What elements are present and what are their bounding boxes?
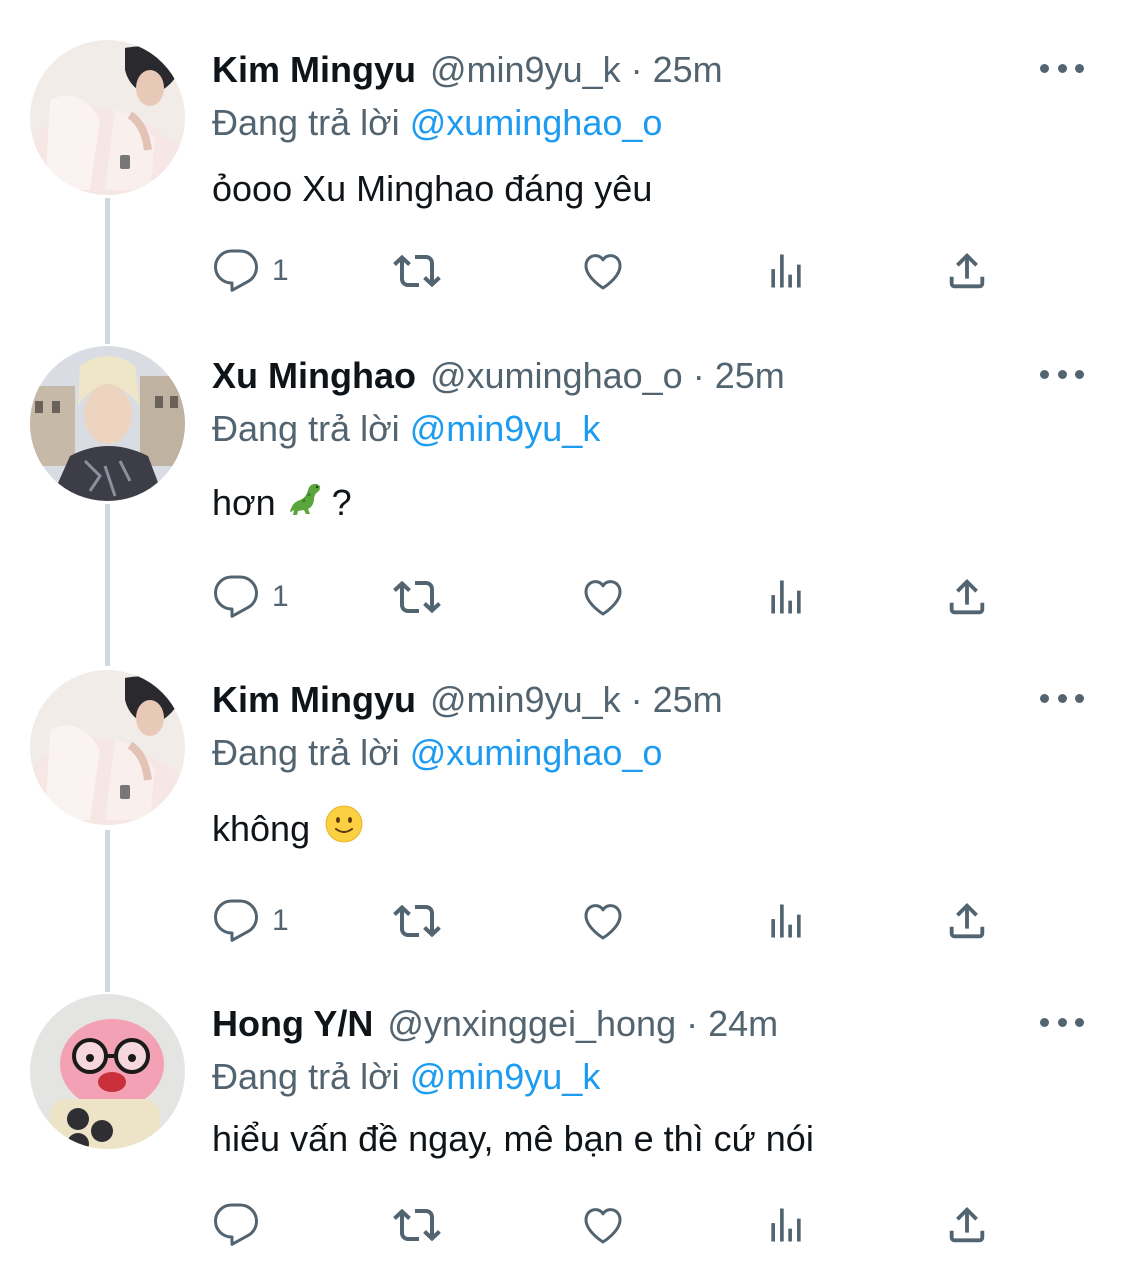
- user-handle[interactable]: @min9yu_k: [430, 679, 621, 721]
- tweet-text-body: ỏooo Xu Minghao đáng yêu: [212, 168, 653, 209]
- reply-icon: [214, 249, 258, 292]
- replying-label: Đang trả lời: [212, 732, 400, 773]
- mention-link[interactable]: @xuminghao_o: [410, 102, 663, 143]
- share-button[interactable]: [944, 572, 990, 622]
- avatar[interactable]: [30, 994, 185, 1149]
- retweet-icon: [393, 904, 441, 938]
- share-button[interactable]: [944, 246, 990, 296]
- display-name[interactable]: Kim Mingyu: [212, 49, 416, 91]
- tweet-header: Kim Mingyu @min9yu_k · 25m: [212, 670, 723, 730]
- timestamp[interactable]: 25m: [715, 355, 785, 397]
- retweet-button[interactable]: [392, 246, 442, 296]
- user-handle[interactable]: @xuminghao_o: [430, 355, 683, 397]
- dinosaur-emoji-icon: [284, 478, 324, 527]
- avatar[interactable]: [30, 670, 185, 825]
- reply-count: 1: [272, 904, 289, 937]
- user-handle[interactable]: @ynxinggei_hong: [387, 1003, 676, 1045]
- like-button[interactable]: [578, 1200, 628, 1250]
- avatar[interactable]: [30, 346, 185, 501]
- tweet[interactable]: Xu Minghao @xuminghao_o · 25m Đang trả l…: [0, 346, 1125, 636]
- tweet-text: hiểu vấn đề ngay, mê bạn e thì cứ nói: [212, 1118, 814, 1160]
- like-icon: [584, 904, 622, 940]
- replying-to: Đang trả lời @min9yu_k: [212, 408, 600, 450]
- tweet-text-body: hơn: [212, 481, 276, 523]
- tweet[interactable]: Kim Mingyu @min9yu_k · 25m Đang trả lời …: [0, 670, 1125, 960]
- share-icon: [949, 902, 985, 939]
- more-icon[interactable]: [1040, 354, 1084, 394]
- like-icon: [584, 580, 622, 616]
- more-icon[interactable]: [1040, 48, 1084, 88]
- display-name[interactable]: Kim Mingyu: [212, 679, 416, 721]
- reply-button[interactable]: [212, 1200, 272, 1250]
- share-icon: [949, 578, 985, 615]
- mention-link[interactable]: @min9yu_k: [410, 1056, 601, 1097]
- views-icon: [771, 254, 801, 288]
- tweet-text: hơn ?: [212, 478, 352, 527]
- reply-button[interactable]: 1: [212, 896, 289, 946]
- separator: ·: [630, 679, 643, 720]
- views-button[interactable]: [764, 1200, 808, 1250]
- separator: ·: [686, 1003, 699, 1044]
- tweet-header: Kim Mingyu @min9yu_k · 25m: [212, 40, 723, 100]
- reply-button[interactable]: 1: [212, 572, 289, 622]
- user-handle[interactable]: @min9yu_k: [430, 49, 621, 91]
- retweet-icon: [393, 254, 441, 288]
- tweet-text-body: hiểu vấn đề ngay, mê bạn e thì cứ nói: [212, 1118, 814, 1159]
- like-button[interactable]: [578, 896, 628, 946]
- tweet-text: ỏooo Xu Minghao đáng yêu: [212, 168, 652, 210]
- replying-to: Đang trả lời @min9yu_k: [212, 1056, 600, 1098]
- retweet-button[interactable]: [392, 1200, 442, 1250]
- timestamp[interactable]: 25m: [653, 679, 723, 721]
- views-icon: [771, 580, 801, 614]
- mention-link[interactable]: @xuminghao_o: [410, 732, 663, 773]
- like-button[interactable]: [578, 246, 628, 296]
- mention-link[interactable]: @min9yu_k: [410, 408, 601, 449]
- reply-icon: [214, 575, 258, 618]
- timestamp[interactable]: 24m: [708, 1003, 778, 1045]
- replying-to: Đang trả lời @xuminghao_o: [212, 102, 662, 144]
- like-button[interactable]: [578, 572, 628, 622]
- retweet-icon: [393, 1208, 441, 1242]
- share-button[interactable]: [944, 1200, 990, 1250]
- more-icon[interactable]: [1040, 678, 1084, 718]
- reply-count: 1: [272, 254, 289, 287]
- tweet-text: không: [212, 804, 372, 853]
- share-button[interactable]: [944, 896, 990, 946]
- avatar[interactable]: [30, 40, 185, 195]
- display-name[interactable]: Xu Minghao: [212, 355, 416, 397]
- views-icon: [771, 904, 801, 938]
- reply-count: 1: [272, 580, 289, 613]
- reply-icon: [214, 899, 258, 942]
- timestamp[interactable]: 25m: [653, 49, 723, 91]
- retweet-button[interactable]: [392, 896, 442, 946]
- tweet-header: Xu Minghao @xuminghao_o · 25m: [212, 346, 785, 406]
- share-icon: [949, 1206, 985, 1243]
- tweet-header: Hong Y/N @ynxinggei_hong · 24m: [212, 994, 778, 1054]
- views-button[interactable]: [764, 896, 808, 946]
- tweet[interactable]: Hong Y/N @ynxinggei_hong · 24m Đang trả …: [0, 994, 1125, 1266]
- replying-to: Đang trả lời @xuminghao_o: [212, 732, 662, 774]
- views-button[interactable]: [764, 572, 808, 622]
- replying-label: Đang trả lời: [212, 102, 400, 143]
- more-icon[interactable]: [1040, 1002, 1084, 1042]
- reply-icon: [214, 1203, 258, 1246]
- replying-label: Đang trả lời: [212, 408, 400, 449]
- separator: ·: [692, 355, 705, 396]
- separator: ·: [630, 49, 643, 90]
- retweet-icon: [393, 580, 441, 614]
- like-icon: [584, 1208, 622, 1244]
- like-icon: [584, 254, 622, 290]
- tweet-text-body: không: [212, 807, 311, 849]
- tweet-text-suffix: ?: [331, 481, 352, 523]
- views-icon: [771, 1208, 801, 1242]
- views-button[interactable]: [764, 246, 808, 296]
- display-name[interactable]: Hong Y/N: [212, 1003, 373, 1045]
- replying-label: Đang trả lời: [212, 1056, 400, 1097]
- retweet-button[interactable]: [392, 572, 442, 622]
- smiling-face-emoji-icon: [324, 804, 364, 853]
- share-icon: [949, 252, 985, 289]
- tweet[interactable]: Kim Mingyu @min9yu_k · 25m Đang trả lời …: [0, 40, 1125, 320]
- reply-button[interactable]: 1: [212, 246, 289, 296]
